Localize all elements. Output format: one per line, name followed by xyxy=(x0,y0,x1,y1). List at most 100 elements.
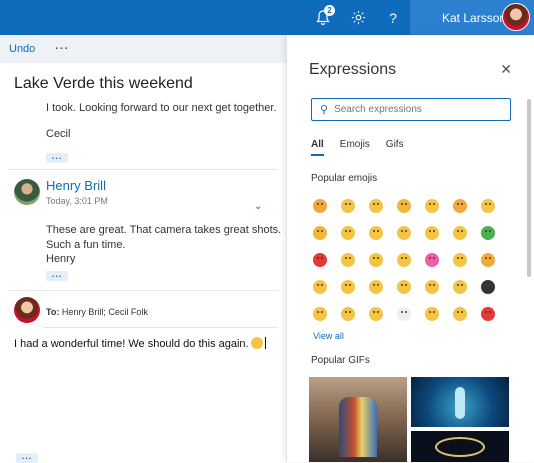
user-name: Kat Larsson xyxy=(442,10,507,25)
reading-pane: Undo ··· Lake Verde this weekend I took.… xyxy=(0,35,286,463)
expressions-panel: Expressions ✕ ⚲ All Emojis Gifs Popular … xyxy=(286,35,534,462)
smile-emoji-icon xyxy=(250,337,263,349)
emoji-face-icon xyxy=(341,199,355,213)
emoji-icon[interactable] xyxy=(393,222,415,244)
emoji-face-icon xyxy=(453,199,467,213)
emoji-icon[interactable] xyxy=(477,249,499,271)
emoji-icon[interactable] xyxy=(365,303,387,325)
scrollbar[interactable] xyxy=(527,99,531,277)
emoji-face-icon xyxy=(341,280,355,294)
more-actions-button[interactable]: ··· xyxy=(55,43,69,55)
emoji-icon[interactable] xyxy=(421,249,443,271)
emoji-icon[interactable] xyxy=(309,195,331,217)
emoji-icon[interactable] xyxy=(337,303,359,325)
account-button[interactable]: Kat Larsson xyxy=(410,0,534,35)
emoji-face-icon xyxy=(369,226,383,240)
emoji-face-icon xyxy=(453,226,467,240)
emoji-icon[interactable] xyxy=(449,276,471,298)
message-date: Today, 3:01 PM xyxy=(46,196,108,206)
close-icon[interactable]: ✕ xyxy=(500,61,512,78)
divider xyxy=(8,169,278,170)
emoji-face-icon xyxy=(369,253,383,267)
emoji-icon[interactable] xyxy=(309,249,331,271)
emoji-face-icon xyxy=(425,199,439,213)
divider xyxy=(8,290,278,291)
emoji-face-icon xyxy=(369,307,383,321)
gif-thumbnail[interactable] xyxy=(411,431,509,462)
my-avatar xyxy=(14,297,40,323)
emoji-face-icon xyxy=(397,199,411,213)
emoji-icon[interactable] xyxy=(365,276,387,298)
undo-button[interactable]: Undo xyxy=(9,43,35,55)
help-button[interactable]: ? xyxy=(376,0,410,35)
emoji-icon[interactable] xyxy=(477,276,499,298)
message-body-line: I took. Looking forward to our next get … xyxy=(46,102,277,114)
emoji-face-icon xyxy=(481,226,495,240)
emoji-face-icon xyxy=(313,226,327,240)
to-line[interactable]: To: Henry Brill; Cecil Folk xyxy=(46,307,148,317)
emoji-icon[interactable] xyxy=(393,249,415,271)
emoji-face-icon xyxy=(481,307,495,321)
show-quoted-button[interactable]: ... xyxy=(46,152,68,163)
emoji-face-icon xyxy=(481,199,495,213)
emoji-icon[interactable] xyxy=(449,249,471,271)
emoji-face-icon xyxy=(453,280,467,294)
emoji-icon[interactable] xyxy=(477,222,499,244)
settings-button[interactable] xyxy=(341,0,375,35)
emoji-face-icon xyxy=(369,199,383,213)
help-icon: ? xyxy=(389,9,397,26)
emoji-icon[interactable] xyxy=(337,249,359,271)
emoji-icon[interactable] xyxy=(449,195,471,217)
top-bar: 2 ? Kat Larsson xyxy=(0,0,534,35)
tab-emojis[interactable]: Emojis xyxy=(340,139,370,156)
emoji-face-icon xyxy=(313,199,327,213)
emoji-icon[interactable] xyxy=(337,222,359,244)
emoji-icon[interactable] xyxy=(449,303,471,325)
emoji-face-icon xyxy=(425,280,439,294)
emoji-face-icon xyxy=(453,253,467,267)
tab-gifs[interactable]: Gifs xyxy=(386,139,404,156)
emoji-icon[interactable] xyxy=(393,276,415,298)
sender-avatar[interactable] xyxy=(14,179,40,205)
search-box[interactable]: ⚲ xyxy=(311,98,511,121)
emoji-face-icon xyxy=(397,226,411,240)
emoji-icon[interactable] xyxy=(449,222,471,244)
emoji-icon[interactable] xyxy=(421,303,443,325)
emoji-icon[interactable] xyxy=(421,276,443,298)
emoji-icon[interactable] xyxy=(421,222,443,244)
view-all-link[interactable]: View all xyxy=(313,331,344,341)
emoji-icon[interactable] xyxy=(365,222,387,244)
emoji-icon[interactable] xyxy=(309,276,331,298)
emoji-face-icon xyxy=(397,253,411,267)
emoji-icon[interactable] xyxy=(365,195,387,217)
emoji-icon[interactable] xyxy=(365,249,387,271)
emoji-face-icon xyxy=(425,307,439,321)
emoji-icon[interactable] xyxy=(393,303,415,325)
gif-thumbnail[interactable] xyxy=(309,377,407,462)
search-input[interactable] xyxy=(334,104,495,115)
emoji-face-icon xyxy=(481,280,495,294)
notifications-button[interactable]: 2 xyxy=(306,0,340,35)
compose-text: I had a wonderful time! We should do thi… xyxy=(14,338,249,350)
emoji-icon[interactable] xyxy=(337,276,359,298)
gif-thumbnail[interactable] xyxy=(411,377,509,427)
emoji-face-icon xyxy=(481,253,495,267)
compose-body[interactable]: I had a wonderful time! We should do thi… xyxy=(14,337,266,350)
sender-name[interactable]: Henry Brill xyxy=(46,178,106,193)
notification-badge: 2 xyxy=(324,5,335,16)
tab-all[interactable]: All xyxy=(311,139,324,156)
emoji-icon[interactable] xyxy=(309,303,331,325)
emoji-face-icon xyxy=(453,307,467,321)
emoji-face-icon xyxy=(341,307,355,321)
chevron-down-icon[interactable]: ⌄ xyxy=(254,201,262,212)
emoji-icon[interactable] xyxy=(337,195,359,217)
emoji-icon[interactable] xyxy=(477,303,499,325)
popular-gifs-heading: Popular GIFs xyxy=(311,355,370,366)
emoji-icon[interactable] xyxy=(477,195,499,217)
text-caret xyxy=(264,337,266,349)
emoji-face-icon xyxy=(425,226,439,240)
emoji-icon[interactable] xyxy=(309,222,331,244)
show-quoted-button[interactable]: ... xyxy=(46,270,68,281)
emoji-icon[interactable] xyxy=(393,195,415,217)
emoji-icon[interactable] xyxy=(421,195,443,217)
